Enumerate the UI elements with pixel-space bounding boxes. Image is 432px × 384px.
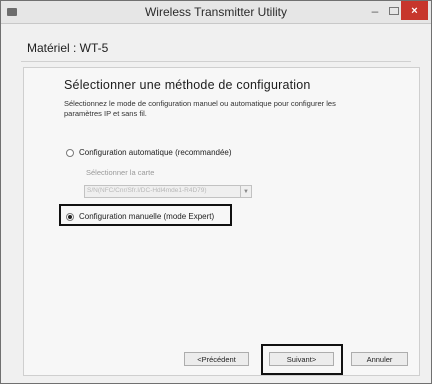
highlight-box-next <box>261 344 343 375</box>
close-button[interactable]: × <box>401 1 428 20</box>
previous-button[interactable]: <Précédent <box>184 352 249 366</box>
config-method-panel: Sélectionner une méthode de configuratio… <box>23 67 420 376</box>
maximize-button[interactable] <box>387 1 401 20</box>
radio-auto[interactable] <box>66 148 74 157</box>
maximize-icon <box>389 6 399 15</box>
title-bar: Wireless Transmitter Utility – × <box>1 1 431 24</box>
minimize-button[interactable]: – <box>363 1 387 20</box>
divider <box>21 61 411 62</box>
card-select-label: Sélectionner la carte <box>86 168 155 177</box>
option-auto-label: Configuration automatique (recommandée) <box>79 148 232 157</box>
highlight-box-manual <box>59 204 232 226</box>
card-select-value: S/N(NFC/Cnr/Sfr.I/DC-Hdl4mde1-R4D79) <box>87 187 207 194</box>
minimize-icon: – <box>371 3 379 18</box>
option-auto[interactable]: Configuration automatique (recommandée) <box>66 148 232 157</box>
cancel-button[interactable]: Annuler <box>351 352 408 366</box>
page-description: Sélectionnez le mode de configuration ma… <box>64 99 336 118</box>
app-window: Wireless Transmitter Utility – × Matérie… <box>0 0 432 384</box>
page-heading: Sélectionner une méthode de configuratio… <box>64 78 311 92</box>
chevron-down-icon: ▼ <box>240 186 251 197</box>
card-select: S/N(NFC/Cnr/Sfr.I/DC-Hdl4mde1-R4D79) ▼ <box>84 185 252 198</box>
device-label: Matériel : WT-5 <box>27 41 109 55</box>
close-icon: × <box>411 4 418 17</box>
